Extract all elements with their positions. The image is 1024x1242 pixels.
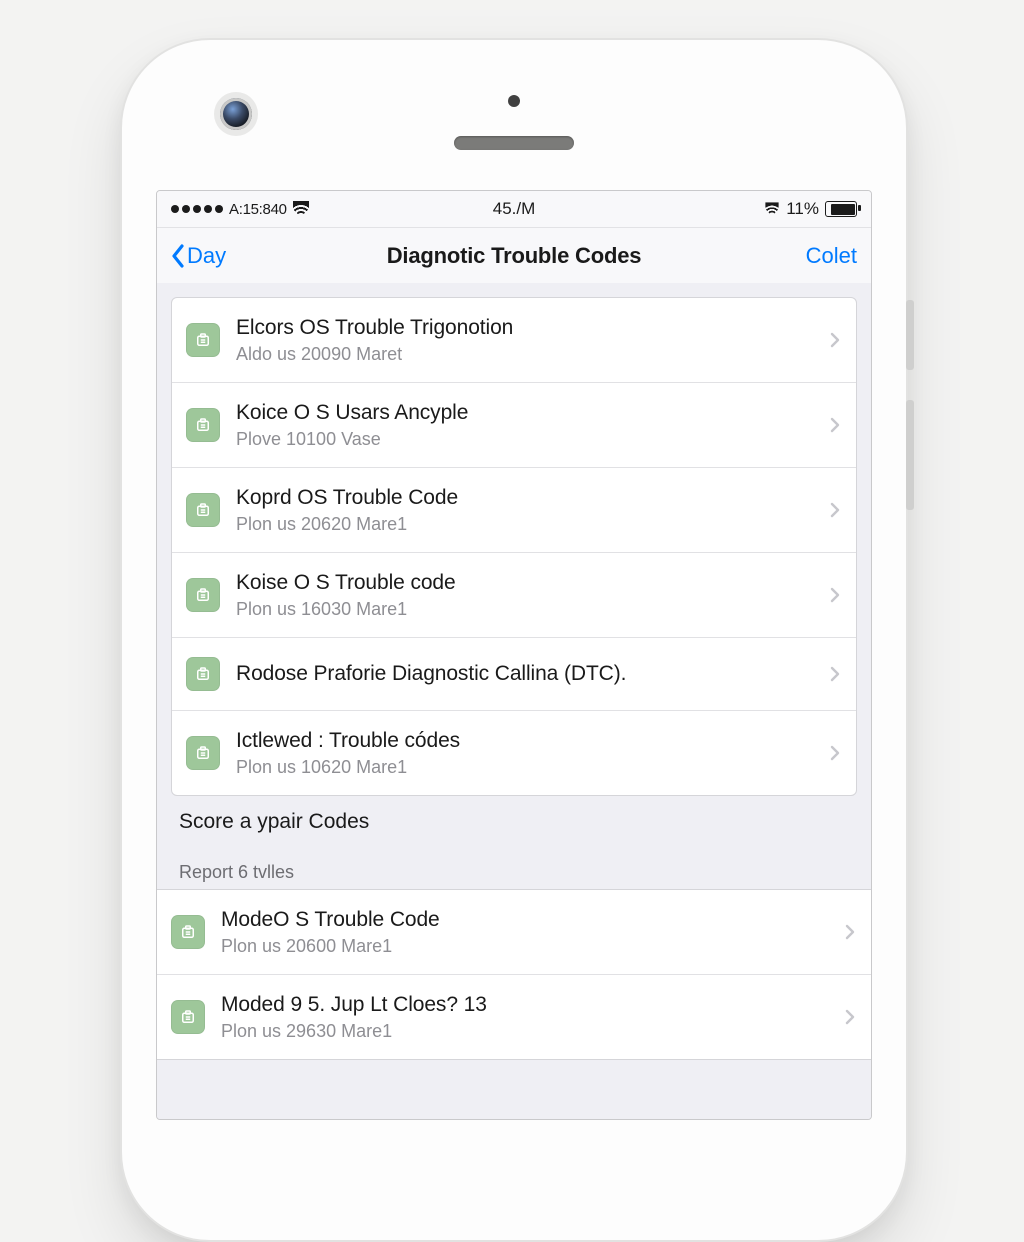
content-scroll[interactable]: Elcors OS Trouble TrigonotionAldo us 200… — [157, 283, 871, 1119]
chevron-right-icon — [841, 923, 859, 941]
row-texts: ModeO S Trouble CodePlon us 20600 Mare1 — [221, 907, 831, 958]
code-icon — [171, 915, 205, 949]
chevron-right-icon — [841, 1008, 859, 1026]
code-icon — [186, 493, 220, 527]
battery-percent: 11% — [786, 199, 819, 219]
row-texts: Koice O S Usars AncyplePlove 10100 Vase — [236, 400, 816, 451]
row-title: Koprd OS Trouble Code — [236, 485, 816, 511]
back-button[interactable]: Day — [171, 243, 226, 269]
wifi-icon — [293, 201, 309, 217]
row-title: ModeO S Trouble Code — [221, 907, 831, 933]
code-list-row-3[interactable]: Koise O S Trouble codePlon us 16030 Mare… — [172, 552, 856, 637]
code-icon — [186, 578, 220, 612]
row-title: Rodose Praforie Diagnostic Callina (DTC)… — [236, 661, 816, 687]
code-list-row-0[interactable]: Elcors OS Trouble TrigonotionAldo us 200… — [172, 298, 856, 382]
side-button-upper — [906, 300, 914, 370]
section-header-reports: Report 6 tvlles — [157, 840, 871, 889]
chevron-right-icon — [826, 586, 844, 604]
row-subtitle: Plove 10100 Vase — [236, 428, 816, 451]
status-time: 45./M — [493, 199, 536, 219]
code-list-row-5[interactable]: Ictlewed : Trouble códesPlon us 10620 Ma… — [172, 710, 856, 795]
row-texts: Koise O S Trouble codePlon us 16030 Mare… — [236, 570, 816, 621]
screen: A:15:840 45./M 11% Day Diagnotic Trouble… — [156, 190, 872, 1120]
battery-icon — [825, 201, 857, 217]
row-title: Ictlewed : Trouble códes — [236, 728, 816, 754]
side-button-lower — [906, 400, 914, 510]
wifi-icon-right — [765, 202, 779, 216]
phone-frame: A:15:840 45./M 11% Day Diagnotic Trouble… — [120, 38, 908, 1242]
score-codes-link[interactable]: Score a ypair Codes — [157, 796, 871, 840]
report-list-group: ModeO S Trouble CodePlon us 20600 Mare1M… — [157, 889, 871, 1060]
nav-bar: Day Diagnotic Trouble Codes Colet — [157, 228, 871, 285]
row-subtitle: Plon us 29630 Mare1 — [221, 1020, 831, 1043]
row-texts: Rodose Praforie Diagnostic Callina (DTC)… — [236, 661, 816, 687]
chevron-right-icon — [826, 744, 844, 762]
earpiece-speaker — [454, 136, 574, 150]
code-list-group: Elcors OS Trouble TrigonotionAldo us 200… — [171, 297, 857, 796]
row-texts: Moded 9 5. Jup Lt Cloes? 13Plon us 29630… — [221, 992, 831, 1043]
row-title: Koise O S Trouble code — [236, 570, 816, 596]
report-list-row-0[interactable]: ModeO S Trouble CodePlon us 20600 Mare1 — [157, 890, 871, 974]
row-texts: Koprd OS Trouble CodePlon us 20620 Mare1 — [236, 485, 816, 536]
row-subtitle: Aldo us 20090 Maret — [236, 343, 816, 366]
signal-strength-icon — [171, 205, 223, 213]
code-icon — [186, 657, 220, 691]
nav-right-button[interactable]: Colet — [806, 243, 857, 269]
chevron-left-icon — [171, 244, 185, 268]
sensor-dot — [508, 95, 520, 107]
row-texts: Elcors OS Trouble TrigonotionAldo us 200… — [236, 315, 816, 366]
code-list-row-1[interactable]: Koice O S Usars AncyplePlove 10100 Vase — [172, 382, 856, 467]
code-icon — [186, 408, 220, 442]
code-list-row-2[interactable]: Koprd OS Trouble CodePlon us 20620 Mare1 — [172, 467, 856, 552]
back-label: Day — [187, 243, 226, 269]
row-title: Elcors OS Trouble Trigonotion — [236, 315, 816, 341]
row-subtitle: Plon us 20620 Mare1 — [236, 513, 816, 536]
code-icon — [171, 1000, 205, 1034]
front-camera — [220, 98, 252, 130]
row-title: Koice O S Usars Ancyple — [236, 400, 816, 426]
row-subtitle: Plon us 20600 Mare1 — [221, 935, 831, 958]
report-list-row-1[interactable]: Moded 9 5. Jup Lt Cloes? 13Plon us 29630… — [157, 974, 871, 1059]
chevron-right-icon — [826, 416, 844, 434]
chevron-right-icon — [826, 501, 844, 519]
chevron-right-icon — [826, 331, 844, 349]
code-icon — [186, 323, 220, 357]
chevron-right-icon — [826, 665, 844, 683]
carrier-label: A:15:840 — [229, 201, 287, 218]
code-icon — [186, 736, 220, 770]
nav-title: Diagnotic Trouble Codes — [387, 243, 642, 269]
row-subtitle: Plon us 16030 Mare1 — [236, 598, 816, 621]
row-title: Moded 9 5. Jup Lt Cloes? 13 — [221, 992, 831, 1018]
row-subtitle: Plon us 10620 Mare1 — [236, 756, 816, 779]
code-list-row-4[interactable]: Rodose Praforie Diagnostic Callina (DTC)… — [172, 637, 856, 710]
status-bar: A:15:840 45./M 11% — [157, 191, 871, 228]
row-texts: Ictlewed : Trouble códesPlon us 10620 Ma… — [236, 728, 816, 779]
